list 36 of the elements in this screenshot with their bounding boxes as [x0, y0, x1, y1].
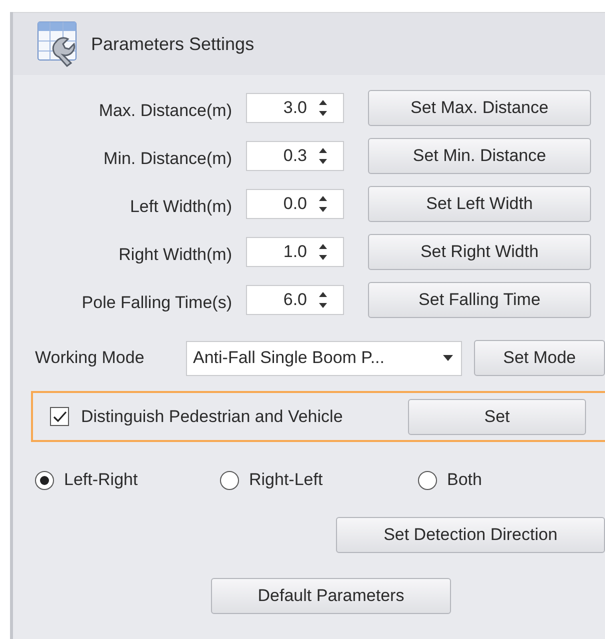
spin-arrows-icon[interactable] — [317, 194, 329, 214]
spin-arrows-icon[interactable] — [317, 146, 329, 166]
number-field[interactable]: 0.3 — [246, 141, 344, 171]
field-label: Working Mode — [35, 348, 146, 368]
set-button[interactable]: Set — [408, 398, 586, 434]
caret-icon — [443, 355, 453, 361]
set-button[interactable]: Set Right Width — [368, 234, 591, 270]
number-field[interactable]: 0.0 — [246, 189, 344, 219]
spin-arrows-icon[interactable] — [317, 242, 329, 262]
checkbox-label[interactable]: Distinguish Pedestrian and Vehicle — [81, 406, 408, 426]
panel-title: Parameters Settings — [91, 34, 254, 54]
set-direction-button[interactable]: Set Detection Direction — [336, 517, 605, 553]
field-label: Right Width(m) — [118, 244, 232, 265]
set-button[interactable]: Set Left Width — [368, 186, 591, 222]
radio-button[interactable] — [35, 470, 54, 490]
number-field[interactable]: 3.0 — [246, 93, 344, 123]
radio-button[interactable] — [220, 470, 239, 490]
field-label: Pole Falling Time(s) — [80, 292, 232, 313]
field-label: Left Width(m) — [128, 196, 232, 217]
field-label: Min. Distance(m) — [102, 148, 232, 169]
checkbox[interactable] — [50, 407, 69, 426]
number-field[interactable]: 1.0 — [246, 237, 344, 267]
set-button[interactable]: Set Min. Distance — [368, 138, 591, 174]
set-mode-button[interactable]: Set Mode — [474, 340, 605, 376]
field-label: Max. Distance(m) — [98, 100, 232, 121]
set-button[interactable]: Set Falling Time — [368, 282, 591, 318]
radio-label[interactable]: Left-Right — [64, 470, 138, 490]
dropdown[interactable]: Anti-Fall Single Boom P... — [186, 340, 462, 376]
radio-label[interactable]: Both — [447, 470, 482, 490]
radio-label[interactable]: Right-Left — [249, 470, 323, 490]
spin-arrows-icon[interactable] — [317, 98, 329, 118]
set-button[interactable]: Set Max. Distance — [368, 90, 591, 126]
radio-button[interactable] — [418, 470, 437, 490]
default-parameters-button[interactable]: Default Parameters — [211, 578, 451, 614]
number-field[interactable]: 6.0 — [246, 285, 344, 315]
spin-arrows-icon[interactable] — [317, 290, 329, 310]
